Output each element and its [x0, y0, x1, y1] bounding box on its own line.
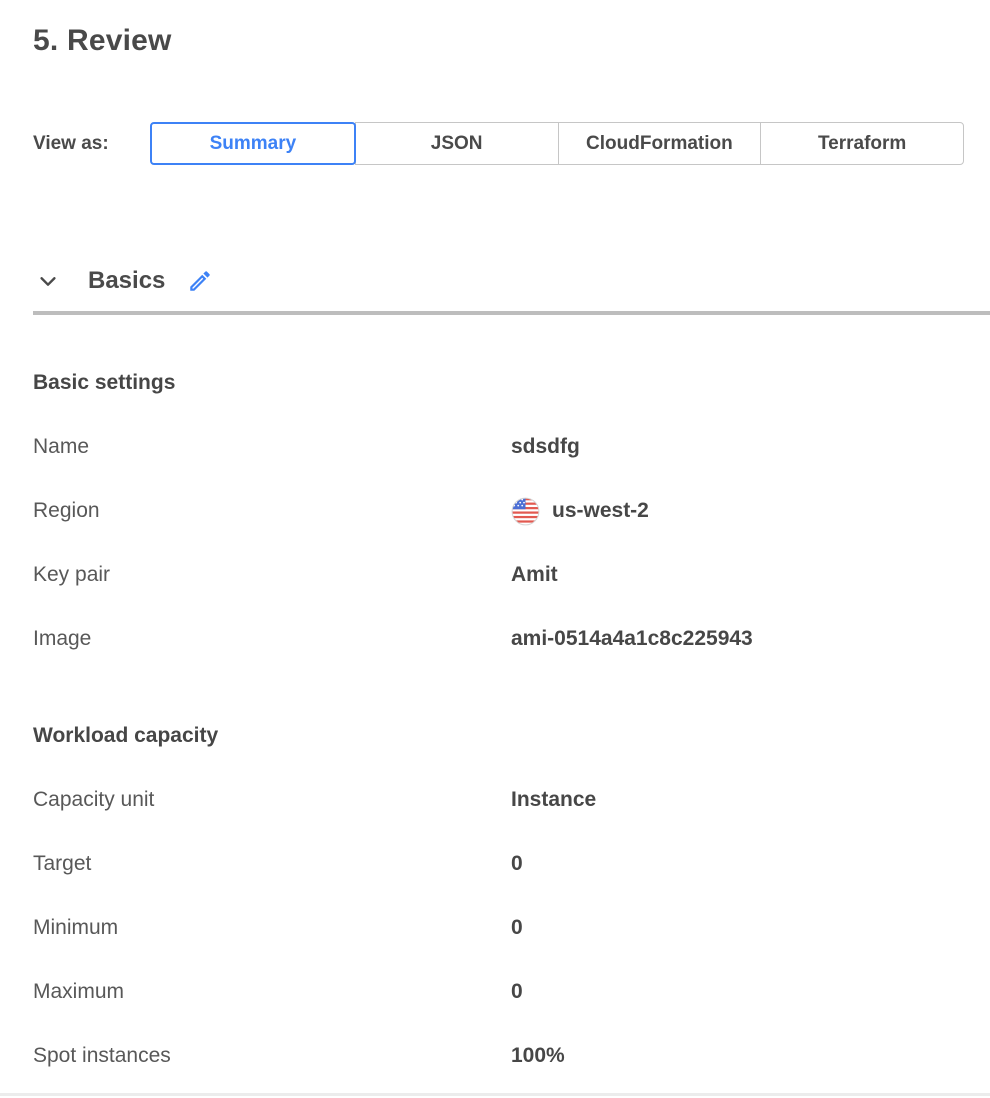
us-flag-icon: [511, 497, 540, 526]
row-label: Capacity unit: [33, 788, 511, 812]
view-as-tab-group: Summary JSON CloudFormation Terraform: [150, 122, 964, 165]
collapse-toggle[interactable]: [36, 269, 60, 293]
pencil-icon: [187, 268, 213, 294]
row-value: ami-0514a4a1c8c225943: [511, 627, 753, 651]
row-key-pair: Key pair Amit: [33, 543, 964, 607]
page-title: 5. Review: [33, 0, 964, 58]
tab-summary[interactable]: Summary: [150, 122, 356, 165]
row-label: Key pair: [33, 563, 511, 587]
review-page: 5. Review View as: Summary JSON CloudFor…: [0, 0, 990, 1098]
basics-section-header: Basics: [33, 267, 964, 295]
row-region: Region: [33, 479, 964, 543]
row-label: Maximum: [33, 980, 511, 1004]
row-value: 0: [511, 852, 523, 876]
row-label: Region: [33, 499, 511, 523]
bottom-divider: [0, 1093, 990, 1096]
row-image: Image ami-0514a4a1c8c225943: [33, 607, 964, 671]
view-as-control: View as: Summary JSON CloudFormation Ter…: [33, 122, 964, 165]
row-value: 0: [511, 916, 523, 940]
group-heading-basic-settings: Basic settings: [33, 351, 964, 415]
tab-json[interactable]: JSON: [355, 122, 559, 165]
row-label: Target: [33, 852, 511, 876]
row-value: 100%: [511, 1044, 565, 1068]
edit-basics-button[interactable]: [187, 268, 213, 294]
group-heading-workload-capacity: Workload capacity: [33, 704, 964, 768]
row-spot-instances: Spot instances 100%: [33, 1024, 964, 1088]
row-label: Spot instances: [33, 1044, 511, 1068]
row-label: Minimum: [33, 916, 511, 940]
region-value: us-west-2: [552, 499, 649, 523]
row-value: sdsdfg: [511, 435, 580, 459]
row-name: Name sdsdfg: [33, 415, 964, 479]
row-minimum: Minimum 0: [33, 896, 964, 960]
row-value: Instance: [511, 788, 596, 812]
row-label: Image: [33, 627, 511, 651]
row-value: Amit: [511, 563, 558, 587]
tab-cloudformation[interactable]: CloudFormation: [558, 122, 762, 165]
row-maximum: Maximum 0: [33, 960, 964, 1024]
view-as-label: View as:: [33, 133, 150, 155]
section-divider: [33, 311, 990, 315]
row-target: Target 0: [33, 832, 964, 896]
section-title: Basics: [88, 267, 165, 295]
row-label: Name: [33, 435, 511, 459]
chevron-down-icon: [37, 270, 59, 292]
row-value: 0: [511, 980, 523, 1004]
row-value: us-west-2: [511, 497, 649, 526]
tab-terraform[interactable]: Terraform: [760, 122, 964, 165]
row-capacity-unit: Capacity unit Instance: [33, 768, 964, 832]
